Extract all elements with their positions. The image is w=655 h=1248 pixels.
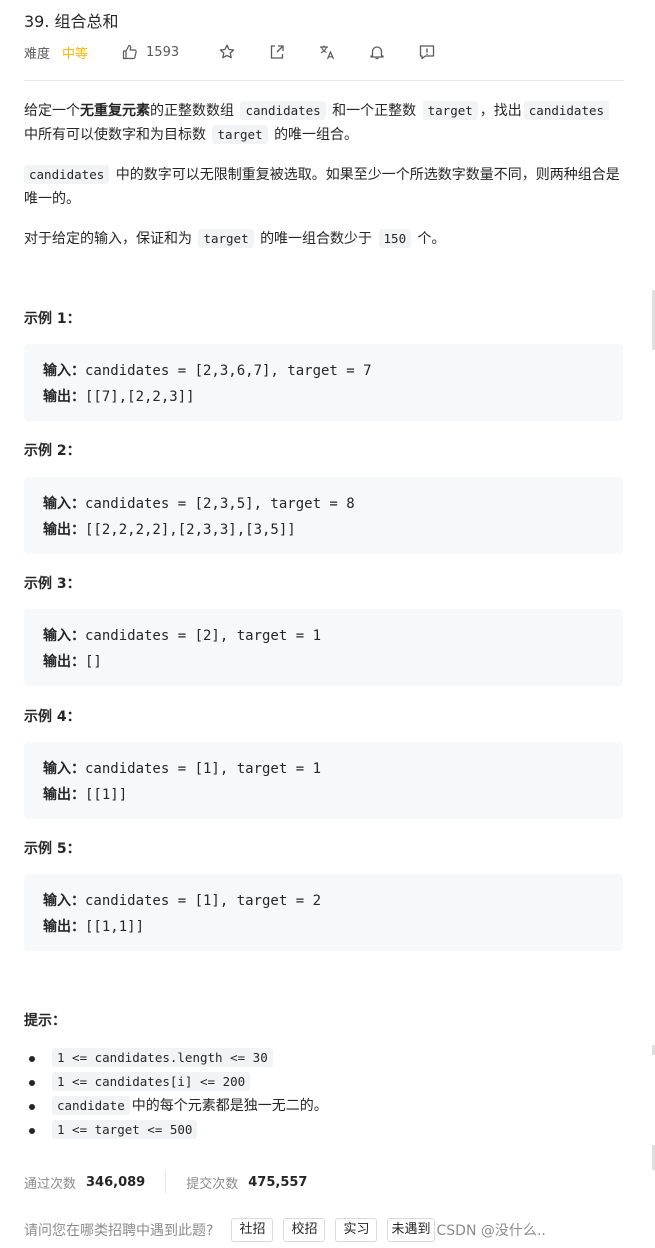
accepted-label: 通过次数 — [24, 1176, 77, 1192]
problem-meta: 难度 中等 1593 — [24, 40, 179, 64]
example-block: 输入：candidates = [2], target = 1 输出：[] — [24, 609, 623, 686]
feedback-icon[interactable] — [418, 43, 436, 61]
example-title: 示例 5： — [24, 841, 81, 857]
example-output: [[7],[2,2,3]] — [85, 389, 195, 405]
hint-item: 1 <= candidates[i] <= 200 — [29, 1070, 328, 1094]
example-output: [[2,2,2,2],[2,3,3],[3,5]] — [85, 522, 296, 538]
example-output: [[1,1]] — [85, 919, 145, 935]
hints-title: 提示： — [24, 1013, 66, 1029]
hint-item: 1 <= candidates.length <= 30 — [29, 1046, 328, 1070]
star-icon[interactable] — [218, 43, 236, 61]
hint-item: candidate 中的每个元素都是独一无二的。 — [29, 1094, 328, 1118]
hints-list: 1 <= candidates.length <= 30 1 <= candid… — [29, 1046, 328, 1142]
difficulty-label: 难度 — [24, 46, 51, 62]
inline-code: target — [212, 125, 268, 144]
example-title: 示例 2： — [24, 443, 81, 459]
example-input: candidates = [2,3,6,7], target = 7 — [85, 363, 372, 379]
description-paragraph-1: 给定一个无重复元素的正整数数组 candidates 和一个正整数 target… — [24, 99, 629, 147]
inline-code: candidates — [24, 165, 110, 184]
example-block: 输入：candidates = [1], target = 1 输出：[[1]] — [24, 742, 623, 819]
like-button[interactable]: 1593 — [122, 44, 179, 60]
thumbs-up-icon — [122, 44, 137, 60]
inline-code: candidates — [240, 101, 326, 120]
submissions-label: 提交次数 — [186, 1176, 239, 1192]
like-count: 1593 — [146, 44, 180, 60]
example-block: 输入：candidates = [1], target = 2 输出：[[1,1… — [24, 874, 623, 951]
stats-divider — [165, 1171, 167, 1193]
header-divider — [24, 80, 624, 81]
accepted-count: 346,089 — [86, 1174, 146, 1190]
survey-question: 请问您在哪类招聘中遇到此题? — [24, 1223, 214, 1239]
hint-item: 1 <= target <= 500 — [29, 1118, 328, 1142]
csdn-watermark: CSDN @没什么.. — [436, 1223, 546, 1239]
example-title: 示例 4： — [24, 709, 81, 725]
inline-code: 150 — [378, 229, 412, 248]
submissions-count: 475,557 — [248, 1174, 308, 1190]
problem-title: 39. 组合总和 — [24, 12, 119, 31]
share-icon[interactable] — [268, 43, 286, 61]
bell-icon[interactable] — [368, 43, 386, 61]
example-input: candidates = [2,3,5], target = 8 — [85, 496, 355, 512]
example-title: 示例 3： — [24, 576, 81, 592]
example-block: 输入：candidates = [2,3,5], target = 8 输出：[… — [24, 477, 623, 554]
inline-code: candidates — [523, 101, 610, 120]
example-output: [] — [85, 654, 102, 670]
survey-option-none[interactable]: 未遇到 — [387, 1218, 435, 1242]
difficulty-badge: 中等 — [62, 46, 89, 62]
example-input: candidates = [1], target = 1 — [85, 761, 322, 777]
example-block: 输入：candidates = [2,3,6,7], target = 7 输出… — [24, 344, 623, 421]
translate-icon[interactable] — [318, 43, 336, 61]
example-input: candidates = [1], target = 2 — [85, 893, 322, 909]
description-paragraph-2: candidates 中的数字可以无限制重复被选取。如果至少一个所选数字数量不同… — [24, 165, 620, 207]
emphasis-text: 无重复元素 — [80, 103, 150, 119]
description-paragraph-3: 对于给定的输入，保证和为 target 的唯一组合数少于 150 个。 — [24, 229, 446, 248]
survey-option-social[interactable]: 社招 — [231, 1218, 274, 1242]
interview-survey: 请问您在哪类招聘中遇到此题? 社招 校招 实习 未遇到 CSDN @没什么.. — [24, 1217, 546, 1243]
example-input: candidates = [2], target = 1 — [85, 628, 322, 644]
survey-option-campus[interactable]: 校招 — [283, 1218, 326, 1242]
inline-code: target — [422, 101, 478, 120]
example-title: 示例 1： — [24, 311, 81, 327]
survey-option-intern[interactable]: 实习 — [335, 1218, 378, 1242]
submission-stats: 通过次数 346,089 提交次数 475,557 — [24, 1171, 308, 1193]
example-output: [[1]] — [85, 787, 128, 803]
inline-code: target — [198, 229, 254, 248]
